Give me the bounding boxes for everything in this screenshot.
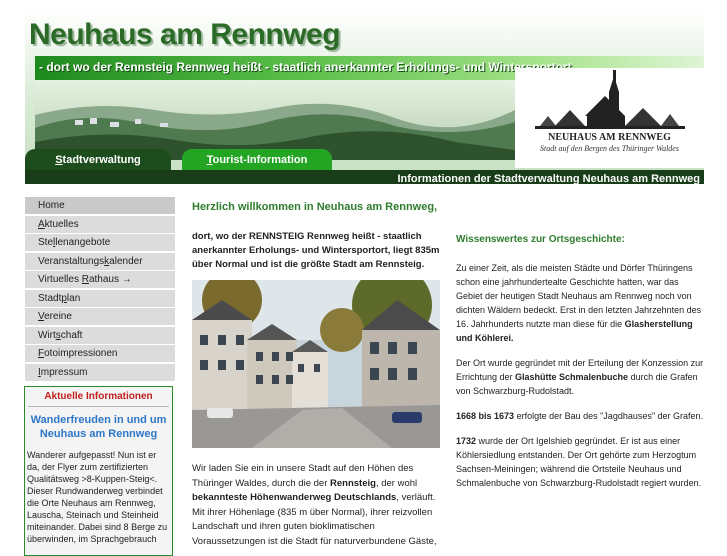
town-street-photo [192, 280, 440, 448]
news-text: Wanderer aufgepasst! Nun ist er da, der … [27, 450, 168, 544]
invitation-text: Wir laden Sie ein in unsere Stadt auf de… [192, 462, 448, 549]
text-bold: Rennsteig [330, 477, 376, 489]
forest-landscape-image [35, 80, 515, 160]
church-town-icon [535, 70, 685, 129]
history-column: Wissenswertes zur Ortsgeschichte: Zu ein… [456, 230, 704, 501]
nav-label-post: chaft [60, 329, 83, 341]
main-left-column: dort, wo der RENNSTEIG Rennweg heißt - s… [192, 230, 448, 272]
sidebar-item-stadtplan[interactable]: Stadtplan [25, 289, 175, 307]
news-box: Aktuelle Informationen Wanderfreuden in … [24, 386, 173, 556]
nav-label-post: athaus → [88, 274, 132, 285]
sidebar-item-home[interactable]: Home [25, 197, 175, 214]
nav-label-post: otoimpressionen [44, 348, 118, 359]
town-logo[interactable]: NEUHAUS AM RENNWEG Stadt auf den Bergen … [515, 68, 704, 168]
site-subtitle: - dort wo der Rennsteig Rennweg heißt - … [39, 60, 572, 74]
sidebar-item-stellenangebote[interactable]: Stellenangebote [25, 234, 175, 251]
nav-label-accesskey: A [38, 218, 45, 230]
sidebar-item-wirtschaft[interactable]: Wirtschaft [25, 326, 175, 344]
tab-label: ourist-Information [212, 154, 308, 166]
history-paragraph: 1668 bis 1673 erfolgte der Bau des "Jagd… [456, 409, 704, 423]
history-paragraph: Der Ort wurde gegründet mit der Erteilun… [456, 356, 704, 398]
nav-label-post: mpressum [40, 366, 88, 378]
welcome-heading: Herzlich willkommen in Neuhaus am Rennwe… [192, 201, 438, 213]
sidebar-item-impressum[interactable]: Impressum [25, 363, 175, 381]
nav-label-pre: Virtuelles [38, 274, 82, 285]
nav-label-post: ktuelles [44, 218, 79, 230]
logo-name: NEUHAUS AM RENNWEG [548, 132, 671, 143]
sidebar-item-vereine[interactable]: Vereine [25, 308, 175, 325]
sidebar-item-veranstaltungskalender[interactable]: Veranstaltungskalender [25, 252, 175, 270]
sidebar-nav: Home Aktuelles Stellenangebote Veranstal… [25, 197, 175, 382]
nav-label-pre: Wirt [38, 329, 56, 341]
site-header: Neuhaus am Rennweg - dort wo der Rennste… [25, 8, 704, 184]
news-box-title: Aktuelle Informationen [44, 391, 153, 402]
sidebar-item-aktuelles[interactable]: Aktuelles [25, 215, 175, 233]
header-band: Informationen der Stadtverwaltung Neuhau… [25, 170, 704, 184]
history-heading: Wissenswertes zur Ortsgeschichte: [456, 234, 625, 245]
header-band-text: Informationen der Stadtverwaltung Neuhau… [397, 173, 700, 184]
nav-label-pre: Ste [38, 237, 54, 248]
nav-label-post: alender [109, 255, 143, 267]
text-bold: 1732 [456, 436, 477, 446]
sidebar-item-fotoimpressionen[interactable]: Fotoimpressionen [25, 345, 175, 362]
tab-label: tadtverwaltung [62, 154, 141, 166]
nav-label-pre: Veranstaltungs [38, 255, 105, 267]
text-run: , der wohl [375, 477, 418, 489]
history-paragraph: 1732 wurde der Ort Igelshieb gegründet. … [456, 434, 704, 490]
sidebar-item-virtuelles-rathaus[interactable]: Virtuelles Rathaus → [25, 271, 175, 288]
intro-text: dort, wo der RENNSTEIG Rennweg heißt - s… [192, 231, 440, 270]
nav-label-post: ereine [44, 311, 72, 322]
nav-label-post: lan [66, 292, 81, 304]
site-title: Neuhaus am Rennweg [29, 18, 341, 51]
news-headline-link[interactable]: Wanderfreuden in und um Neuhaus am Rennw… [28, 413, 169, 441]
text-bold: 1668 bis 1673 [456, 411, 515, 421]
history-paragraph: Zu einer Zeit, als die meisten Städte un… [456, 261, 704, 345]
nav-label-pre: Stadt [38, 292, 62, 304]
tab-label-accesskey: S [55, 154, 63, 166]
text-bold: Glashütte Schmalenbuche [515, 372, 629, 382]
divider [28, 406, 169, 407]
logo-tagline: Stadt auf den Bergen des Thüringer Walde… [540, 144, 679, 153]
text-bold: bekannteste Höhenwanderweg Deutschlands [192, 492, 397, 503]
nav-label: Home [38, 200, 65, 211]
tab-stadtverwaltung[interactable]: Stadtverwaltung [25, 149, 171, 171]
nav-label-accesskey: R [81, 274, 89, 285]
tab-tourist-information[interactable]: Tourist-Information [182, 149, 332, 171]
nav-label-post: lenangebote [55, 237, 111, 248]
text-run: erfolgte der Bau des "Jagdhauses" der Gr… [514, 411, 704, 421]
text-run: wurde der Ort Igelshieb gegründet. Er is… [456, 436, 702, 488]
